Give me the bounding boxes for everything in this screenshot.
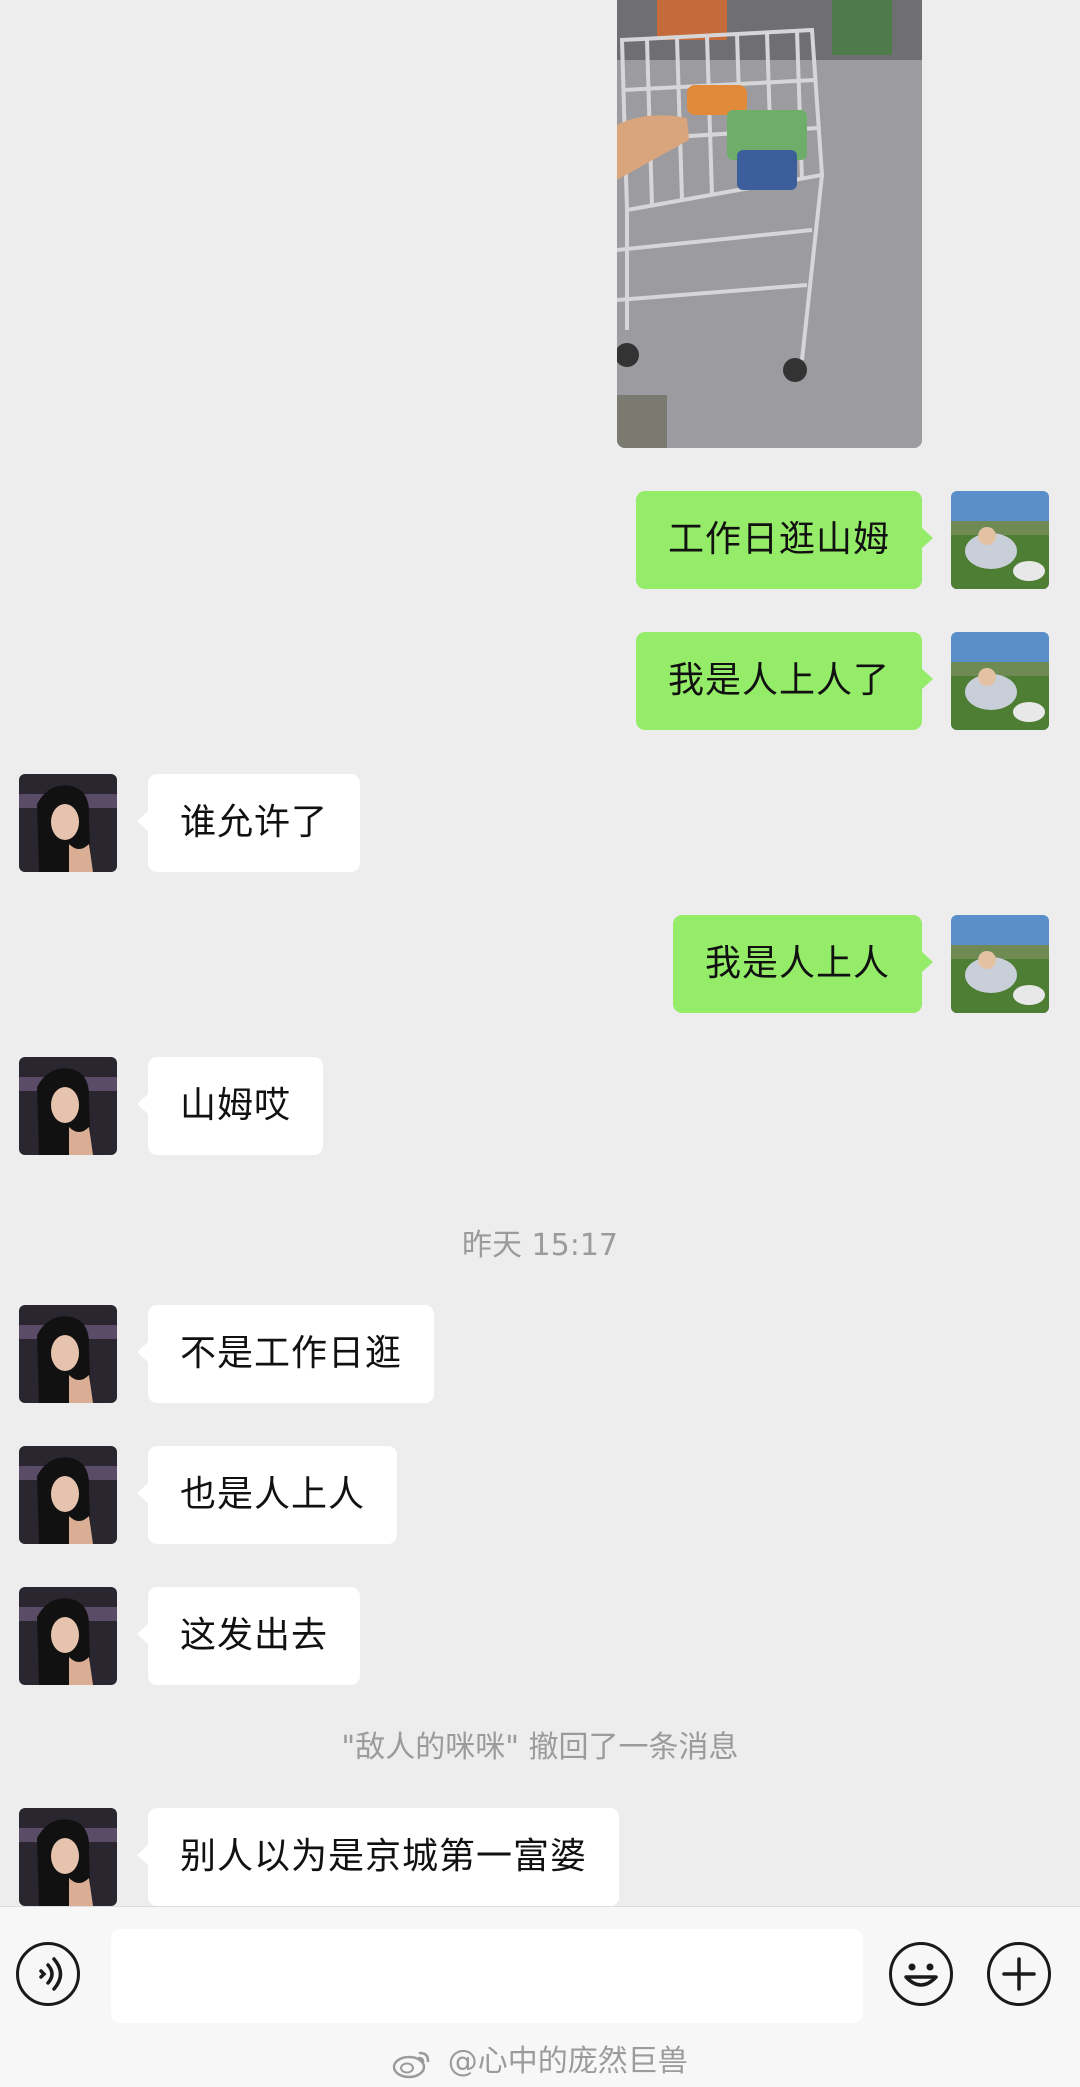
message-text: 别人以为是京城第一富婆 [180, 1836, 588, 1877]
watermark-text: @心中的庞然巨兽 [447, 2044, 688, 2079]
avatar-contact-image [19, 1808, 117, 1906]
message-bubble-incoming[interactable]: 别人以为是京城第一富婆 [136, 1808, 620, 1906]
message-bubble-outgoing[interactable]: 我是人上人了 [635, 632, 934, 730]
message-bubble-incoming[interactable]: 这发出去 [136, 1587, 361, 1685]
message-text: 不是工作日逛 [180, 1333, 403, 1374]
message-bubble-incoming[interactable]: 谁允许了 [136, 774, 361, 872]
message-text: 也是人上人 [180, 1474, 366, 1515]
message-text: 工作日逛山姆 [667, 519, 890, 560]
avatar-self[interactable] [951, 915, 1049, 1013]
message-text: 谁允许了 [180, 802, 329, 843]
avatar-contact-image [19, 1057, 117, 1155]
message-input[interactable] [111, 1929, 863, 2023]
avatar-self-image [951, 491, 1049, 589]
avatar-self[interactable] [951, 491, 1049, 589]
message-text: 我是人上人 [704, 943, 890, 984]
image-message-shopping-cart[interactable] [617, 0, 922, 448]
plus-icon [1002, 1957, 1036, 1991]
message-bubble-outgoing[interactable]: 我是人上人 [672, 915, 934, 1013]
avatar-contact[interactable] [19, 774, 117, 872]
avatar-contact-image [19, 1587, 117, 1685]
avatar-contact[interactable] [19, 1305, 117, 1403]
avatar-contact[interactable] [19, 1057, 117, 1155]
message-text: 山姆哎 [180, 1085, 292, 1126]
avatar-self-image [951, 915, 1049, 1013]
message-bubble-outgoing[interactable]: 工作日逛山姆 [635, 491, 934, 589]
emoji-button[interactable] [889, 1942, 953, 2006]
weibo-logo-icon [392, 2051, 430, 2078]
message-bubble-incoming[interactable]: 山姆哎 [136, 1057, 324, 1155]
shopping-cart-photo [617, 0, 922, 448]
plus-button[interactable] [987, 1942, 1051, 2006]
avatar-contact-image [19, 1446, 117, 1544]
chat-area[interactable]: 工作日逛山姆 我是人上人了 谁允许了 我是人上人 山姆哎 昨天 15:17 不是… [0, 0, 1080, 1906]
avatar-contact-image [19, 1305, 117, 1403]
avatar-contact[interactable] [19, 1808, 117, 1906]
message-bubble-incoming[interactable]: 不是工作日逛 [136, 1305, 435, 1403]
message-text: 这发出去 [180, 1615, 329, 1656]
emoji-icon [904, 1963, 938, 1987]
avatar-contact[interactable] [19, 1587, 117, 1685]
voice-icon [39, 1957, 63, 1991]
timestamp: 昨天 15:17 [462, 1228, 618, 1263]
voice-button[interactable] [16, 1942, 80, 2006]
avatar-self-image [951, 632, 1049, 730]
avatar-contact-image [19, 774, 117, 872]
watermark: @心中的庞然巨兽 [0, 2036, 1080, 2080]
avatar-self[interactable] [951, 632, 1049, 730]
message-bubble-incoming[interactable]: 也是人上人 [136, 1446, 398, 1544]
message-text: 我是人上人了 [667, 660, 890, 701]
recall-notice: "敌人的咪咪" 撤回了一条消息 [341, 1730, 739, 1765]
avatar-contact[interactable] [19, 1446, 117, 1544]
